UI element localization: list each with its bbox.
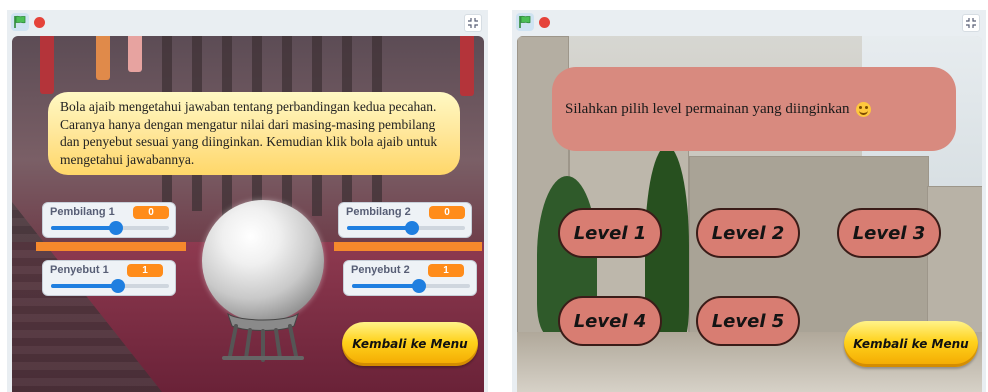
green-flag-icon[interactable]	[516, 13, 534, 31]
left-stage: Bola ajaib mengetahui jawaban tentang pe…	[12, 36, 484, 392]
penyebut-1-slider-monitor: Penyebut 1 1	[42, 260, 176, 296]
level-prompt-text: Silahkan pilih level permainan yang diin…	[565, 100, 850, 117]
left-player-toolbar	[7, 10, 488, 34]
level-1-button[interactable]: Level 1	[558, 208, 662, 258]
right-player-toolbar	[512, 10, 986, 34]
fullscreen-icon[interactable]	[464, 14, 482, 32]
slider-knob[interactable]	[108, 221, 123, 235]
slider-fill	[352, 284, 420, 288]
slider-label: Pembilang 1	[50, 206, 115, 218]
slider-track[interactable]	[51, 279, 169, 293]
right-stage: Silahkan pilih level permainan yang diin…	[517, 36, 982, 392]
slider-fill	[51, 226, 116, 230]
smiley-icon	[855, 101, 871, 117]
slider-value-badge: 1	[428, 264, 464, 277]
magic-crystal-ball[interactable]	[202, 200, 324, 322]
level-3-button[interactable]: Level 3	[837, 208, 941, 258]
back-to-menu-button[interactable]: Kembali ke Menu	[342, 322, 478, 366]
slider-value-badge: 1	[127, 264, 163, 277]
green-flag-icon[interactable]	[11, 13, 29, 31]
orange-banner	[96, 36, 110, 80]
slider-value-badge: 0	[429, 206, 465, 219]
fraction-bar-right	[334, 242, 482, 251]
palace-side	[927, 186, 982, 336]
slider-track[interactable]	[352, 279, 470, 293]
level-5-button[interactable]: Level 5	[696, 296, 800, 346]
stop-icon[interactable]	[34, 17, 45, 28]
stop-icon[interactable]	[539, 17, 550, 28]
slider-value-badge: 0	[133, 206, 169, 219]
slider-track[interactable]	[51, 221, 169, 235]
left-player-window: Bola ajaib mengetahui jawaban tentang pe…	[7, 10, 488, 392]
red-banner	[460, 36, 474, 96]
slider-knob[interactable]	[412, 279, 427, 293]
red-banner	[40, 36, 54, 94]
level-2-button[interactable]: Level 2	[696, 208, 800, 258]
slider-label: Pembilang 2	[346, 206, 411, 218]
slider-track[interactable]	[347, 221, 465, 235]
pink-banner	[128, 36, 142, 72]
pembilang-2-slider-monitor: Pembilang 2 0	[338, 202, 472, 238]
back-to-menu-button[interactable]: Kembali ke Menu	[844, 321, 978, 367]
slider-fill	[347, 226, 412, 230]
right-player-window: Silahkan pilih level permainan yang diin…	[512, 10, 986, 392]
fullscreen-icon[interactable]	[962, 14, 980, 32]
level-prompt-bubble: Silahkan pilih level permainan yang diin…	[552, 67, 956, 151]
slider-label: Penyebut 2	[351, 264, 410, 276]
slider-knob[interactable]	[111, 279, 126, 293]
slider-label: Penyebut 1	[50, 264, 109, 276]
slider-fill	[51, 284, 119, 288]
fraction-bar-left	[36, 242, 186, 251]
level-4-button[interactable]: Level 4	[558, 296, 662, 346]
pembilang-1-slider-monitor: Pembilang 1 0	[42, 202, 176, 238]
penyebut-2-slider-monitor: Penyebut 2 1	[343, 260, 477, 296]
intro-speech-bubble: Bola ajaib mengetahui jawaban tentang pe…	[48, 92, 460, 175]
crystal-ball-stand	[222, 312, 304, 362]
slider-knob[interactable]	[404, 221, 419, 235]
